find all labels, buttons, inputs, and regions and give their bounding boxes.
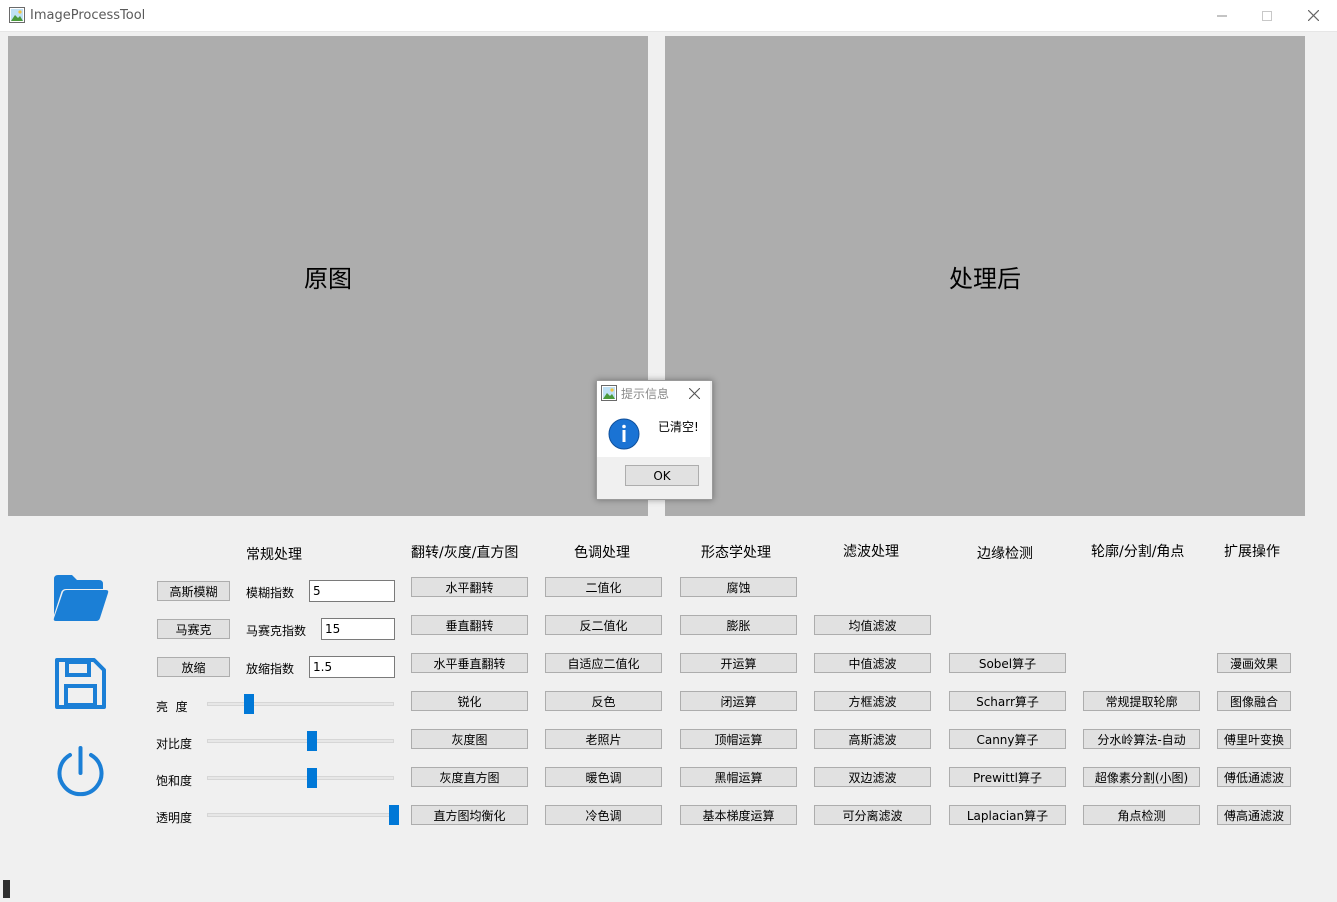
grayscale-button[interactable]: 灰度图 [411, 729, 528, 749]
contour-extract-button[interactable]: 常规提取轮廓 [1083, 691, 1200, 711]
processed-image-panel: 处理后 [665, 36, 1305, 516]
scale-index-input[interactable]: 1.5 [309, 656, 395, 678]
histogram-equalize-button[interactable]: 直方图均衡化 [411, 805, 528, 825]
app-icon [9, 7, 25, 23]
scharr-button[interactable]: Scharr算子 [949, 691, 1066, 711]
header-basic: 常规处理 [246, 547, 302, 563]
close-button[interactable] [1290, 0, 1336, 31]
laplacian-button[interactable]: Laplacian算子 [949, 805, 1066, 825]
window-edge-marker [3, 880, 10, 898]
header-filter: 滤波处理 [843, 544, 899, 560]
mosaic-index-input[interactable]: 15 [321, 618, 395, 640]
fourier-lowpass-button[interactable]: 傅低通滤波 [1217, 767, 1291, 787]
original-image-panel: 原图 [8, 36, 648, 516]
superpixel-button[interactable]: 超像素分割(小图) [1083, 767, 1200, 787]
dialog-message: 已清空! [658, 420, 699, 434]
cartoon-button[interactable]: 漫画效果 [1217, 653, 1291, 673]
contrast-slider-thumb[interactable] [306, 731, 317, 751]
opacity-label: 透明度 [156, 811, 193, 825]
dilate-button[interactable]: 膨胀 [680, 615, 797, 635]
brightness-slider-thumb[interactable] [243, 694, 254, 714]
gaussian-blur-button[interactable]: 高斯模糊 [157, 581, 230, 601]
hflip-button[interactable]: 水平翻转 [411, 577, 528, 597]
gray-histogram-button[interactable]: 灰度直方图 [411, 767, 528, 787]
gaussian-filter-button[interactable]: 高斯滤波 [814, 729, 931, 749]
bilateral-filter-button[interactable]: 双边滤波 [814, 767, 931, 787]
cool-tone-button[interactable]: 冷色调 [545, 805, 662, 825]
save-icon[interactable] [55, 658, 106, 709]
inverse-binarize-button[interactable]: 反二值化 [545, 615, 662, 635]
saturation-label: 饱和度 [156, 774, 193, 788]
message-dialog: 提示信息 已清空! OK [596, 380, 713, 500]
opacity-slider-thumb[interactable] [389, 805, 399, 825]
blackhat-button[interactable]: 黑帽运算 [680, 767, 797, 787]
mean-filter-button[interactable]: 均值滤波 [814, 615, 931, 635]
tophat-button[interactable]: 顶帽运算 [680, 729, 797, 749]
dialog-body: 已清空! [597, 405, 710, 457]
brightness-label: 亮 度 [156, 700, 188, 714]
header-flip: 翻转/灰度/直方图 [411, 545, 519, 561]
close-icon[interactable] [689, 388, 700, 399]
prewitt-button[interactable]: Prewittl算子 [949, 767, 1066, 787]
brightness-slider[interactable] [207, 702, 394, 706]
old-photo-button[interactable]: 老照片 [545, 729, 662, 749]
header-edge: 边缘检测 [977, 546, 1033, 562]
maximize-button[interactable] [1244, 0, 1290, 31]
contrast-label: 对比度 [156, 737, 193, 751]
processed-label: 处理后 [949, 264, 1021, 293]
adaptive-binarize-button[interactable]: 自适应二值化 [545, 653, 662, 673]
power-icon[interactable] [54, 745, 107, 798]
title-bar: ImageProcessTool [0, 0, 1337, 32]
binarize-button[interactable]: 二值化 [545, 577, 662, 597]
fourier-button[interactable]: 傅里叶变换 [1217, 729, 1291, 749]
saturation-slider-thumb[interactable] [306, 768, 317, 788]
minimize-icon [1217, 15, 1227, 16]
box-filter-button[interactable]: 方框滤波 [814, 691, 931, 711]
header-tone: 色调处理 [574, 545, 630, 561]
image-blend-button[interactable]: 图像融合 [1217, 691, 1291, 711]
contrast-slider[interactable] [207, 739, 394, 743]
opacity-slider[interactable] [207, 813, 394, 817]
sobel-button[interactable]: Sobel算子 [949, 653, 1066, 673]
blur-index-input[interactable]: 5 [309, 580, 395, 602]
minimize-button[interactable] [1199, 0, 1245, 31]
sharpen-button[interactable]: 锐化 [411, 691, 528, 711]
closing-button[interactable]: 闭运算 [680, 691, 797, 711]
warm-tone-button[interactable]: 暖色调 [545, 767, 662, 787]
morph-gradient-button[interactable]: 基本梯度运算 [680, 805, 797, 825]
separable-filter-button[interactable]: 可分离滤波 [814, 805, 931, 825]
info-icon [608, 418, 640, 450]
header-contour: 轮廓/分割/角点 [1091, 544, 1185, 560]
mosaic-index-label: 马赛克指数 [246, 624, 307, 638]
dialog-title-bar: 提示信息 [597, 381, 710, 405]
mosaic-button[interactable]: 马赛克 [157, 619, 230, 639]
scale-index-label: 放缩指数 [246, 662, 295, 676]
watershed-button[interactable]: 分水岭算法-自动 [1083, 729, 1200, 749]
scale-button[interactable]: 放缩 [157, 657, 230, 677]
invert-color-button[interactable]: 反色 [545, 691, 662, 711]
window-title: ImageProcessTool [30, 8, 146, 23]
corner-detect-button[interactable]: 角点检测 [1083, 805, 1200, 825]
dialog-title: 提示信息 [621, 387, 670, 401]
ok-button[interactable]: OK [625, 465, 699, 486]
canny-button[interactable]: Canny算子 [949, 729, 1066, 749]
fourier-highpass-button[interactable]: 傅高通滤波 [1217, 805, 1291, 825]
header-morph: 形态学处理 [701, 545, 771, 561]
opening-button[interactable]: 开运算 [680, 653, 797, 673]
blur-index-label: 模糊指数 [246, 586, 295, 600]
folder-open-icon[interactable] [52, 573, 109, 623]
vflip-button[interactable]: 垂直翻转 [411, 615, 528, 635]
original-label: 原图 [304, 264, 352, 293]
header-extend: 扩展操作 [1224, 544, 1280, 560]
median-filter-button[interactable]: 中值滤波 [814, 653, 931, 673]
maximize-icon [1262, 10, 1272, 21]
hvflip-button[interactable]: 水平垂直翻转 [411, 653, 528, 673]
close-icon [1307, 10, 1319, 21]
erode-button[interactable]: 腐蚀 [680, 577, 797, 597]
saturation-slider[interactable] [207, 776, 394, 780]
app-icon [601, 385, 617, 401]
